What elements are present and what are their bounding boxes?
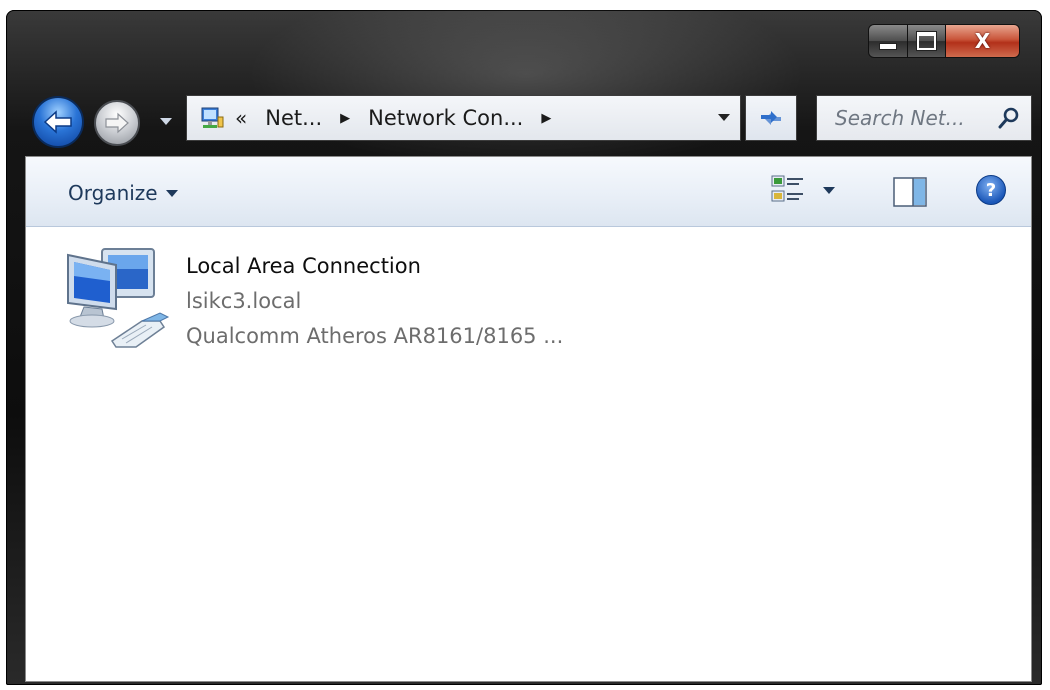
recent-pages-dropdown[interactable] (160, 118, 172, 125)
address-history-dropdown[interactable] (718, 114, 730, 121)
maximize-icon (916, 31, 937, 51)
list-item[interactable]: Local Area Connection lsikc3.local Qualc… (64, 243, 563, 354)
breadcrumb: « Net... ▶ Network Con... ▶ (225, 106, 569, 130)
breadcrumb-overflow[interactable]: « (235, 106, 247, 130)
forward-button[interactable] (94, 100, 140, 146)
back-button[interactable] (32, 96, 84, 148)
address-bar[interactable]: « Net... ▶ Network Con... ▶ (186, 95, 741, 141)
caption-buttons: X (868, 24, 1020, 58)
refresh-button[interactable] (745, 95, 797, 141)
connection-network: lsikc3.local (186, 289, 302, 313)
search-input[interactable]: Search Net... (835, 106, 997, 130)
search-icon[interactable] (997, 106, 1021, 130)
connection-adapter: Qualcomm Atheros AR8161/8165 ... (186, 324, 564, 348)
refresh-icon (761, 111, 781, 125)
chevron-down-icon (165, 189, 178, 197)
organize-menu[interactable]: Organize (68, 181, 178, 205)
preview-pane-icon (893, 177, 927, 207)
back-arrow-icon (43, 110, 72, 134)
view-options-icon (771, 175, 803, 202)
close-button[interactable]: X (946, 24, 1020, 58)
minimize-icon (879, 42, 897, 50)
close-icon: X (974, 29, 991, 53)
search-box[interactable]: Search Net... (816, 95, 1032, 141)
breadcrumb-item-network[interactable]: Net... (265, 106, 322, 130)
title-bar-glow (246, 10, 806, 170)
network-adapter-icon (67, 248, 170, 348)
change-view-button[interactable] (771, 175, 835, 205)
maximize-button[interactable] (908, 24, 946, 58)
content-pane: Organize ? Local Area Connection lsikc3.… (25, 156, 1032, 682)
command-bar: Organize ? (26, 157, 1031, 227)
connection-details: Local Area Connection lsikc3.local Qualc… (186, 249, 563, 354)
help-icon: ? (985, 179, 997, 201)
breadcrumb-separator-icon[interactable]: ▶ (541, 111, 551, 126)
help-button[interactable]: ? (976, 175, 1006, 205)
network-connections-icon (201, 107, 224, 128)
forward-arrow-icon (105, 112, 129, 134)
breadcrumb-separator-icon[interactable]: ▶ (340, 111, 350, 126)
minimize-button[interactable] (868, 24, 908, 58)
breadcrumb-item-network-connections[interactable]: Network Con... (368, 106, 523, 130)
preview-pane-button[interactable] (893, 177, 927, 211)
chevron-down-icon (823, 186, 835, 194)
organize-label: Organize (68, 181, 158, 205)
connection-name: Local Area Connection (186, 254, 421, 278)
